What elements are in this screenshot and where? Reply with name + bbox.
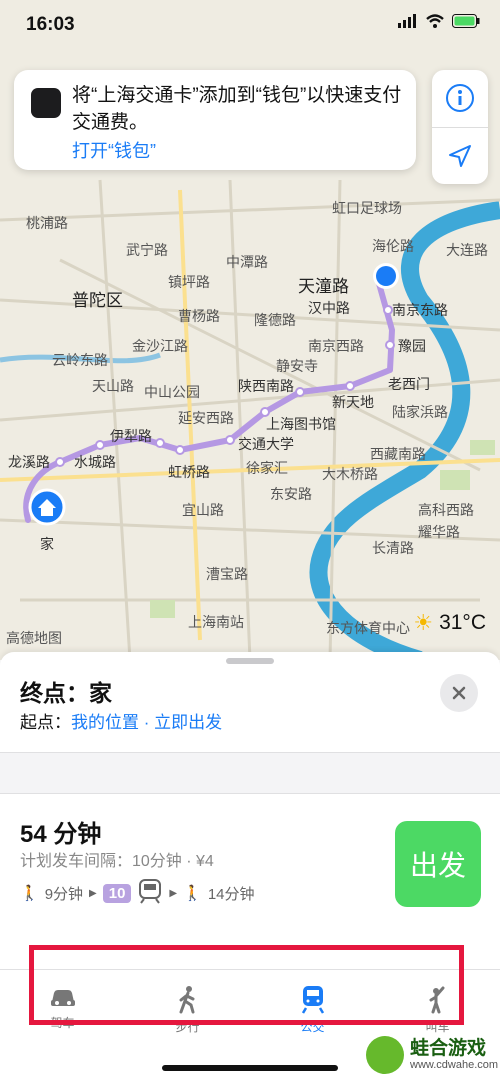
map-label: 天山路	[92, 378, 134, 394]
sun-icon: ☀	[413, 610, 434, 635]
walk-start-time: 9分钟	[44, 885, 84, 903]
map-label: 中山公园	[144, 384, 200, 400]
map-label: 隆德路	[254, 312, 296, 328]
origin-link[interactable]: 我的位置	[71, 713, 139, 732]
open-wallet-link[interactable]: 打开“钱包”	[72, 137, 156, 163]
map-label: 曹杨路	[178, 308, 220, 324]
location-arrow-icon	[449, 145, 471, 167]
destination-label: 终点：家	[20, 680, 112, 706]
tab-transit[interactable]: 公交	[250, 970, 375, 1050]
map-controls	[432, 70, 488, 184]
info-button[interactable]	[432, 70, 488, 126]
map-label: 云岭东路	[52, 352, 108, 368]
watermark: 蛙合游戏 www.cdwahe.com	[366, 1036, 498, 1074]
origin-row: 起点：我的位置 · 立即出发	[20, 708, 222, 733]
departure-link[interactable]: 立即出发	[154, 713, 222, 732]
go-button[interactable]: 出发	[395, 821, 481, 907]
map-logo: 高德地图	[6, 630, 62, 646]
signal-icon	[398, 14, 418, 33]
line-badge: 10	[102, 883, 132, 903]
status-time: 16:03	[26, 14, 75, 35]
tab-label: 公交	[300, 1020, 325, 1034]
map-label: 大木桥路	[322, 466, 378, 482]
close-icon	[452, 686, 466, 700]
walk-icon: 🚶	[183, 885, 202, 902]
map-label: 南京西路	[308, 338, 364, 354]
hail-icon	[429, 986, 444, 1014]
train-icon	[137, 878, 163, 908]
map-label: 上海南站	[188, 614, 244, 630]
tab-walk[interactable]: 步行	[125, 970, 250, 1050]
frog-logo-icon	[366, 1036, 404, 1074]
status-bar: 16:03	[0, 0, 500, 44]
watermark-title: 蛙合游戏	[410, 1038, 487, 1059]
map-label: 伊犁路	[110, 428, 152, 444]
map-label: 天潼路	[298, 277, 349, 296]
transit-icon	[301, 986, 324, 1014]
car-icon	[50, 990, 75, 1006]
watermark-url: www.cdwahe.com	[410, 1059, 499, 1071]
sheet-grabber[interactable]	[226, 658, 274, 664]
arrow-right-icon: ▶	[169, 887, 178, 899]
map-label: 交通大学	[238, 436, 294, 452]
wallet-icon	[31, 88, 61, 118]
close-button[interactable]	[440, 674, 478, 712]
origin-prefix: 起点：	[20, 713, 71, 732]
locate-button[interactable]	[432, 128, 488, 184]
map-label: 漕宝路	[206, 566, 248, 582]
separator: ·	[139, 713, 155, 732]
map-label: 新天地	[332, 394, 374, 410]
map-label: 武宁路	[126, 242, 168, 258]
map-label: 镇坪路	[168, 274, 210, 290]
map-label: 东安路	[270, 486, 312, 502]
route-steps: 🚶 9分钟 ▶ 10 ▶ 🚶 14分钟	[20, 878, 255, 908]
map-label: 南京东路	[392, 302, 448, 318]
info-icon	[446, 84, 474, 112]
map-label: 海伦路	[372, 238, 414, 254]
wifi-icon	[426, 14, 444, 33]
map-label: 金沙江路	[132, 338, 188, 354]
map-label: 中潭路	[226, 254, 268, 270]
battery-icon	[452, 14, 480, 33]
tab-label: 叫车	[425, 1020, 450, 1034]
walk-icon	[179, 986, 194, 1014]
map-label: 宜山路	[182, 502, 224, 518]
wallet-message: 将“上海交通卡”添加到“钱包”以快速支付交通费。	[72, 85, 402, 133]
map-label: 陆家浜路	[392, 404, 448, 420]
map-label: 徐家汇	[246, 460, 288, 476]
weather-temp: 31°C	[439, 611, 486, 634]
walk-icon: 🚶	[20, 885, 39, 902]
map-label: 东方体育中心	[326, 620, 410, 636]
map-label: 延安西路	[178, 410, 234, 426]
map-label: 老西门	[388, 376, 430, 392]
walk-end-time: 14分钟	[207, 885, 255, 903]
map-label: 桃浦路	[26, 215, 68, 231]
map-label: 长清路	[372, 540, 414, 556]
map-label: 耀华路	[418, 524, 460, 540]
map-label: 普陀区	[72, 291, 123, 310]
tab-label: 步行	[175, 1020, 200, 1034]
map-label: 大连路	[446, 242, 488, 258]
map-label: 虹口足球场	[332, 200, 402, 216]
map-label: 西藏南路	[370, 446, 426, 462]
map-label: 陕西南路	[238, 378, 294, 394]
map-label: 水城路	[74, 454, 116, 470]
map-label: 静安寺	[276, 358, 318, 374]
home-label: 家	[40, 536, 54, 552]
route-details: 计划发车间隔：10分钟 · ¥4	[20, 853, 214, 870]
map-label: 虹桥路	[168, 464, 210, 480]
home-indicator[interactable]	[162, 1065, 338, 1071]
wallet-banner[interactable]: 将“上海交通卡”添加到“钱包”以快速支付交通费。 打开“钱包”	[14, 70, 416, 170]
route-sheet: 终点：家 起点：我的位置 · 立即出发 54 分钟 计划发车间隔：10分钟 · …	[0, 652, 500, 1083]
tab-drive[interactable]: 驾车	[0, 970, 125, 1050]
map-label: 龙溪路	[8, 454, 50, 470]
route-duration: 54 分钟	[20, 821, 102, 848]
weather-widget: ☀ 31°C	[413, 610, 486, 636]
map-label: 汉中路	[308, 300, 350, 316]
map-label: 高科西路	[418, 502, 474, 518]
arrow-right-icon: ▶	[89, 887, 97, 899]
map-label: 豫园	[398, 338, 426, 354]
tab-label: 驾车	[50, 1016, 75, 1030]
map-label: 上海图书馆	[266, 416, 336, 432]
